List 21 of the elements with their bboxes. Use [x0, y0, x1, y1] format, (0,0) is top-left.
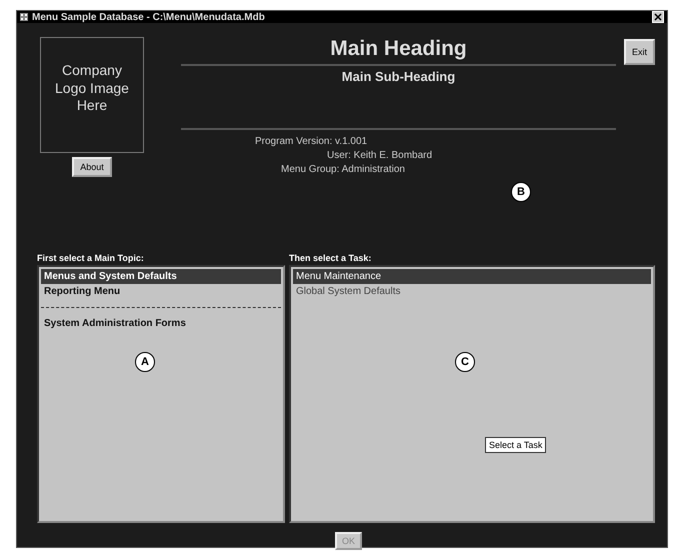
- info-text: Menu Group: Administration: [281, 164, 405, 175]
- info-text: User: Keith E. Bombard: [327, 150, 432, 161]
- list-label: Then select a Task:: [289, 253, 372, 263]
- topic-item[interactable]: Reporting Menu: [41, 284, 281, 299]
- exit-button[interactable]: Exit: [624, 39, 655, 65]
- logo-placeholder-text: Company Logo Image Here: [55, 62, 129, 113]
- window-title: Menu Sample Database - C:\Menu\Menudata.Mdb: [32, 12, 266, 22]
- main-heading: Main Heading: [329, 37, 468, 61]
- list-label: First select a Main Topic:: [37, 253, 145, 263]
- close-button[interactable]: [652, 11, 664, 23]
- topic-item[interactable]: Menus and System Defaults: [41, 269, 281, 284]
- task-item[interactable]: Global System Defaults: [293, 284, 651, 299]
- tooltip: Select a Task: [485, 437, 546, 453]
- task-item[interactable]: Menu Maintenance: [293, 269, 651, 284]
- info-text: Program Version: v.1.001: [255, 136, 368, 147]
- app-icon: [20, 13, 28, 21]
- close-icon: [654, 13, 662, 21]
- about-button[interactable]: About: [72, 157, 112, 177]
- callout-marker: B: [511, 182, 531, 202]
- topic-item[interactable]: System Administration Forms: [41, 316, 281, 331]
- sub-heading: Main Sub-Heading: [340, 69, 456, 86]
